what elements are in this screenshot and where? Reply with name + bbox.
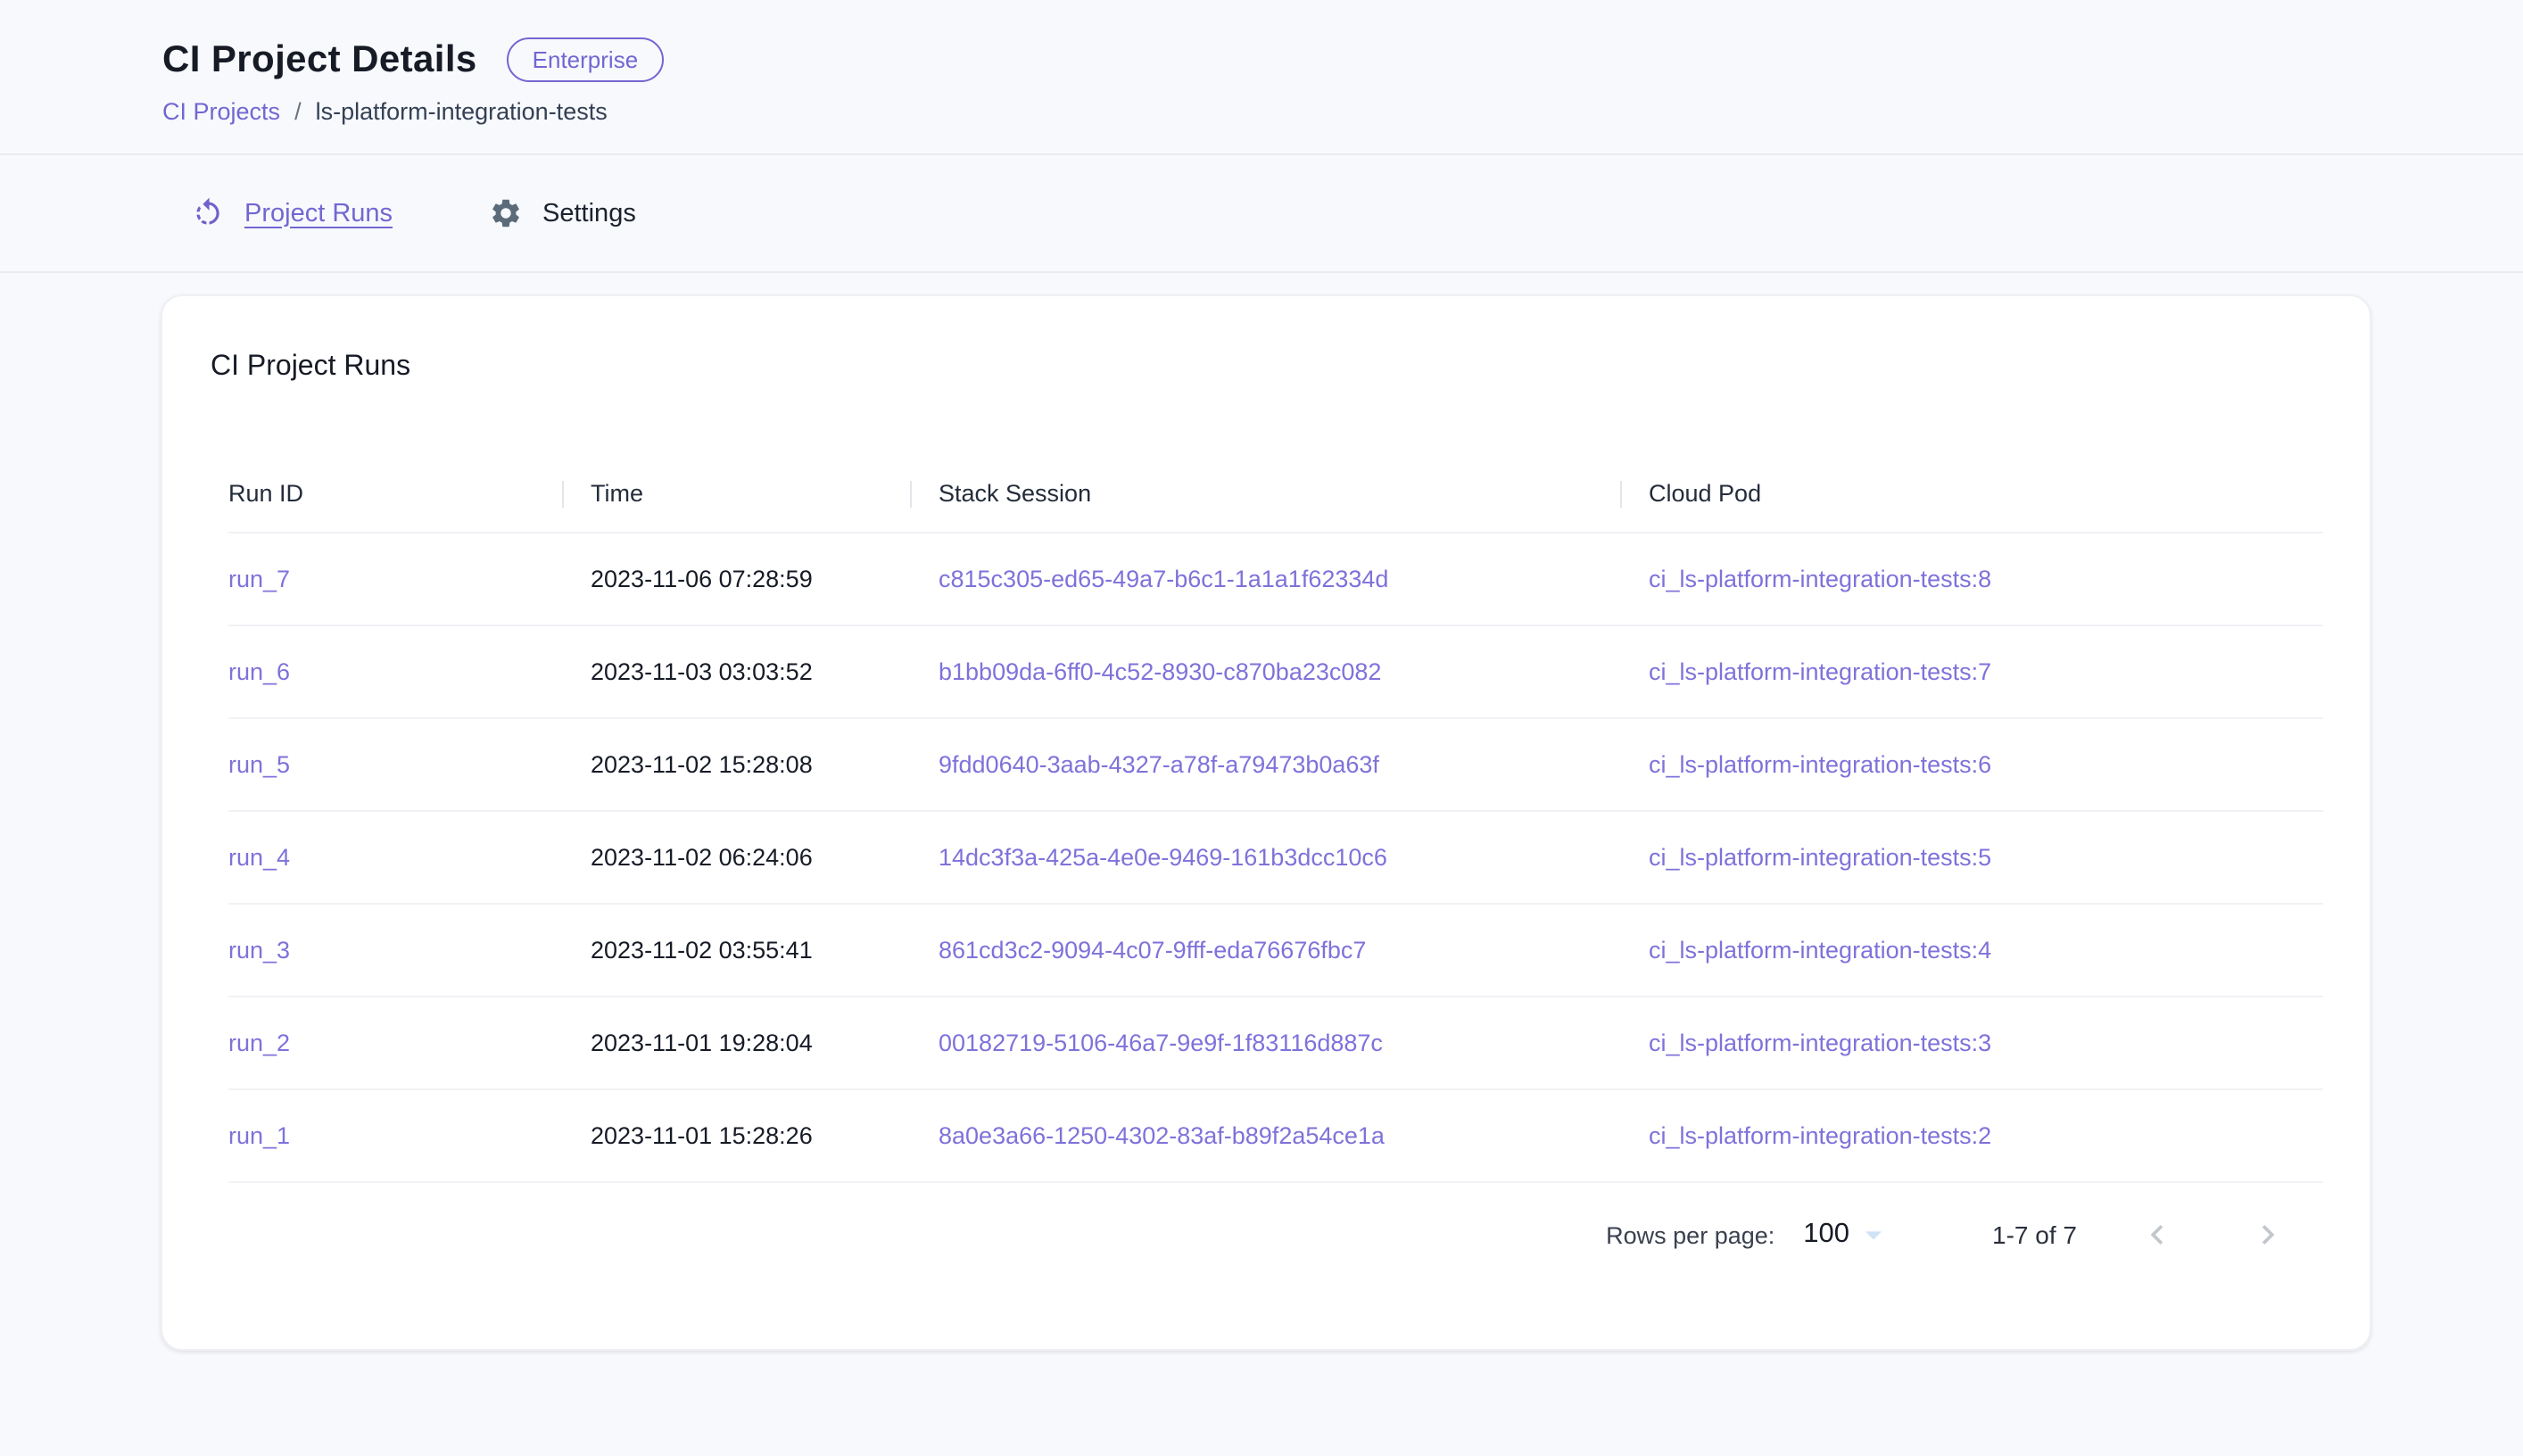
next-page-button[interactable] [2238, 1204, 2298, 1265]
stack-session-link[interactable]: 861cd3c2-9094-4c07-9fff-eda76676fbc7 [939, 937, 1366, 964]
column-header-time[interactable]: Time [562, 480, 910, 507]
gear-icon [489, 196, 523, 230]
column-header-stack-session[interactable]: Stack Session [910, 480, 1620, 507]
time-cell: 2023-11-01 15:28:26 [562, 1122, 910, 1149]
run-id-link[interactable]: run_4 [228, 844, 290, 871]
page-title: CI Project Details [162, 38, 477, 81]
stack-session-link[interactable]: 14dc3f3a-425a-4e0e-9469-161b3dcc10c6 [939, 844, 1387, 871]
time-cell: 2023-11-01 19:28:04 [562, 1030, 910, 1056]
run-id-link[interactable]: run_5 [228, 751, 290, 778]
breadcrumb-link-ci-projects[interactable]: CI Projects [162, 98, 280, 125]
chevron-right-icon [2248, 1215, 2287, 1254]
pagination: Rows per page: 100 1-7 of 7 [162, 1183, 2298, 1286]
tab-project-runs[interactable]: Project Runs [191, 196, 393, 230]
column-header-cloud-pod[interactable]: Cloud Pod [1620, 480, 2323, 507]
stack-session-link[interactable]: b1bb09da-6ff0-4c52-8930-c870ba23c082 [939, 658, 1381, 685]
tab-settings[interactable]: Settings [489, 196, 636, 230]
previous-page-button[interactable] [2127, 1204, 2188, 1265]
table-row: run_3 2023-11-02 03:55:41 861cd3c2-9094-… [228, 905, 2323, 997]
rows-per-page-select[interactable]: 100 [1803, 1215, 1892, 1254]
time-cell: 2023-11-02 15:28:08 [562, 751, 910, 778]
stack-session-link[interactable]: 00182719-5106-46a7-9e9f-1f83116d887c [939, 1030, 1383, 1056]
cloud-pod-link[interactable]: ci_ls-platform-integration-tests:4 [1649, 937, 1991, 964]
stack-session-link[interactable]: 8a0e3a66-1250-4302-83af-b89f2a54ce1a [939, 1122, 1385, 1149]
table-row: run_5 2023-11-02 15:28:08 9fdd0640-3aab-… [228, 719, 2323, 812]
table-header-row: Run ID Time Stack Session Cloud Pod [228, 455, 2323, 534]
dropdown-arrow-icon [1853, 1215, 1892, 1254]
run-id-link[interactable]: run_3 [228, 937, 290, 964]
cloud-pod-link[interactable]: ci_ls-platform-integration-tests:6 [1649, 751, 1991, 778]
page: CI Project Details Enterprise CI Project… [0, 0, 2523, 1456]
time-cell: 2023-11-02 06:24:06 [562, 844, 910, 871]
tab-settings-label: Settings [542, 199, 636, 228]
pagination-range-label: 1-7 of 7 [1992, 1220, 2077, 1249]
column-header-run-id[interactable]: Run ID [228, 480, 562, 507]
table-row: run_1 2023-11-01 15:28:26 8a0e3a66-1250-… [228, 1090, 2323, 1183]
cloud-pod-link[interactable]: ci_ls-platform-integration-tests:5 [1649, 844, 1991, 871]
runs-table: Run ID Time Stack Session Cloud Pod run_… [228, 455, 2323, 1183]
breadcrumb: CI Projects / ls-platform-integration-te… [162, 98, 2523, 153]
run-id-link[interactable]: run_6 [228, 658, 290, 685]
run-id-link[interactable]: run_7 [228, 566, 290, 592]
card-title: CI Project Runs [211, 352, 2370, 384]
cloud-pod-link[interactable]: ci_ls-platform-integration-tests:8 [1649, 566, 1991, 592]
breadcrumb-current: ls-platform-integration-tests [316, 98, 608, 125]
tab-project-runs-label: Project Runs [244, 199, 393, 228]
stack-session-link[interactable]: 9fdd0640-3aab-4327-a78f-a79473b0a63f [939, 751, 1379, 778]
ci-project-runs-card: CI Project Runs Run ID Time Stack Sessio… [161, 294, 2371, 1351]
table-row: run_2 2023-11-01 19:28:04 00182719-5106-… [228, 997, 2323, 1090]
app-header: CI Project Details Enterprise CI Project… [0, 0, 2523, 153]
rows-per-page-value: 100 [1803, 1219, 1849, 1251]
chevron-left-icon [2138, 1215, 2177, 1254]
tab-bar: Project Runs Settings [0, 155, 2523, 273]
stack-session-link[interactable]: c815c305-ed65-49a7-b6c1-1a1a1f62334d [939, 566, 1388, 592]
time-cell: 2023-11-02 03:55:41 [562, 937, 910, 964]
run-id-link[interactable]: run_2 [228, 1030, 290, 1056]
enterprise-badge: Enterprise [508, 37, 664, 82]
cloud-pod-link[interactable]: ci_ls-platform-integration-tests:2 [1649, 1122, 1991, 1149]
run-id-link[interactable]: run_1 [228, 1122, 290, 1149]
table-body: run_7 2023-11-06 07:28:59 c815c305-ed65-… [228, 534, 2323, 1183]
table-row: run_7 2023-11-06 07:28:59 c815c305-ed65-… [228, 534, 2323, 626]
cloud-pod-link[interactable]: ci_ls-platform-integration-tests:3 [1649, 1030, 1991, 1056]
breadcrumb-separator: / [294, 98, 302, 125]
cloud-pod-link[interactable]: ci_ls-platform-integration-tests:7 [1649, 658, 1991, 685]
table-row: run_6 2023-11-03 03:03:52 b1bb09da-6ff0-… [228, 626, 2323, 719]
table-row: run_4 2023-11-02 06:24:06 14dc3f3a-425a-… [228, 812, 2323, 905]
time-cell: 2023-11-03 03:03:52 [562, 658, 910, 685]
rotate-left-icon [191, 196, 225, 230]
rows-per-page-label: Rows per page: [1606, 1221, 1774, 1248]
time-cell: 2023-11-06 07:28:59 [562, 566, 910, 592]
